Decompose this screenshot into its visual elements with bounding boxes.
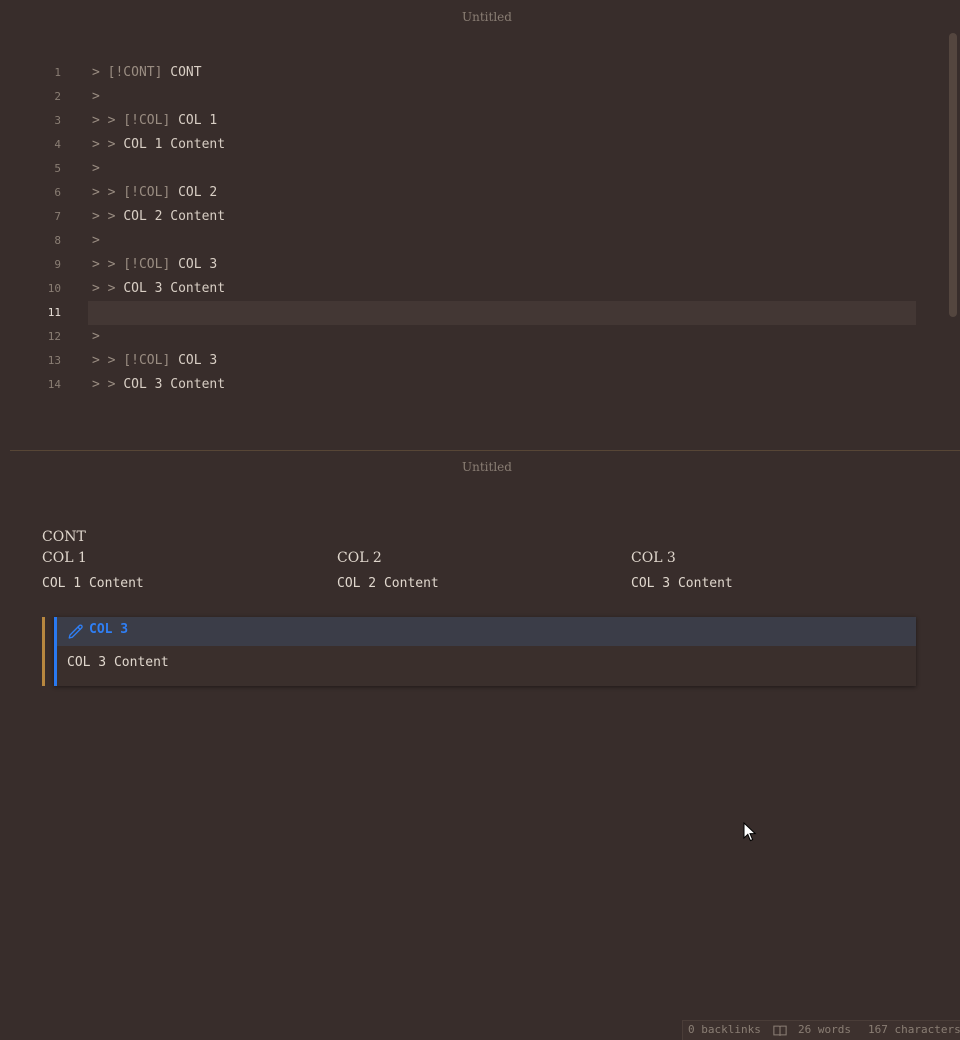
editor-line[interactable]: 8 > — [0, 229, 940, 253]
line-code[interactable]: > > [!COL] COL 3 — [92, 253, 217, 277]
editor-line[interactable]: 4 > > COL 1 Content — [0, 133, 940, 157]
editor-line[interactable]: 1 > [!CONT] CONT — [0, 61, 940, 85]
markdown-editor[interactable]: 1 > [!CONT] CONT 2 > 3 > > [!COL] COL 1 4 > … — [0, 61, 940, 397]
line-text: COL 3 Content — [123, 281, 226, 296]
callout-title: COL 3 — [89, 622, 129, 637]
col-callout[interactable]: COL 3 COL 3 Content — [54, 617, 916, 686]
line-code[interactable]: > [!CONT] CONT — [92, 61, 202, 85]
line-marker: > > — [92, 281, 124, 296]
editor-line[interactable]: 7 > > COL 2 Content — [0, 205, 940, 229]
line-marker: > > [!COL] — [92, 353, 171, 368]
line-code[interactable]: > > COL 3 Content — [92, 277, 225, 301]
line-code[interactable]: > — [92, 157, 100, 181]
container-callout-title: CONT — [42, 529, 86, 545]
column-1-title: COL 1 — [42, 550, 87, 566]
line-number: 4 — [54, 138, 61, 151]
editor-line[interactable]: 13 > > [!COL] COL 3 — [0, 349, 940, 373]
line-code[interactable]: > — [92, 325, 100, 349]
nested-callout-container: COL 3 COL 3 Content — [42, 617, 916, 686]
line-code[interactable]: > > [!COL] COL 2 — [92, 181, 217, 205]
line-text: COL 3 Content — [123, 377, 226, 392]
line-number: 10 — [47, 282, 61, 295]
editor-pane-title: Untitled — [462, 10, 512, 24]
line-marker: > — [92, 233, 100, 248]
line-marker: > > — [92, 377, 124, 392]
line-marker: > > — [92, 209, 124, 224]
line-text: CONT — [162, 65, 202, 80]
editor-line[interactable]: 10 > > COL 3 Content — [0, 277, 940, 301]
line-code[interactable]: > — [92, 85, 100, 109]
editor-line[interactable]: 3 > > [!COL] COL 1 — [0, 109, 940, 133]
line-number: 3 — [54, 114, 61, 127]
column-3-content: COL 3 Content — [631, 576, 733, 591]
active-line-highlight — [88, 301, 916, 325]
editor-line-active[interactable]: 11 — [0, 301, 940, 325]
editor-line[interactable]: 6 > > [!COL] COL 2 — [0, 181, 940, 205]
pencil-icon — [68, 624, 83, 639]
line-number: 8 — [54, 234, 61, 247]
book-icon[interactable] — [773, 1024, 787, 1037]
column-1-content: COL 1 Content — [42, 576, 144, 591]
line-marker: > > [!COL] — [92, 257, 171, 272]
word-count: 26 words — [798, 1023, 851, 1036]
character-count: 167 characters — [868, 1023, 960, 1036]
line-marker: > — [92, 329, 100, 344]
line-number: 6 — [54, 186, 61, 199]
editor-line[interactable]: 2 > — [0, 85, 940, 109]
line-number: 5 — [54, 162, 61, 175]
line-code[interactable]: > > COL 1 Content — [92, 133, 225, 157]
line-text: COL 2 — [170, 185, 218, 200]
line-code[interactable]: > — [92, 229, 100, 253]
editor-line[interactable]: 5 > — [0, 157, 940, 181]
line-marker: > — [92, 89, 100, 104]
line-number: 7 — [54, 210, 61, 223]
line-marker: > — [92, 161, 100, 176]
line-marker: > > [!COL] — [92, 113, 171, 128]
line-code[interactable]: > > COL 2 Content — [92, 205, 225, 229]
line-number: 11 — [47, 306, 61, 319]
line-number: 1 — [54, 66, 61, 79]
line-number: 9 — [54, 258, 61, 271]
column-2-title: COL 2 — [337, 550, 382, 566]
line-marker: > [!CONT] — [92, 65, 163, 80]
line-code[interactable]: > > COL 3 Content — [92, 373, 225, 397]
editor-line[interactable]: 9 > > [!COL] COL 3 — [0, 253, 940, 277]
backlinks-count[interactable]: 0 backlinks — [688, 1021, 761, 1039]
callout-header[interactable]: COL 3 — [57, 617, 916, 646]
column-3-title: COL 3 — [631, 550, 676, 566]
line-number: 13 — [47, 354, 61, 367]
line-number: 14 — [47, 378, 61, 391]
line-text: COL 1 Content — [123, 137, 226, 152]
column-2-content: COL 2 Content — [337, 576, 439, 591]
mouse-cursor-icon — [743, 822, 757, 842]
editor-scrollbar[interactable] — [949, 33, 957, 317]
line-number: 2 — [54, 90, 61, 103]
line-text: COL 3 — [170, 353, 218, 368]
callout-content: COL 3 Content — [67, 655, 169, 670]
preview-pane-title: Untitled — [462, 460, 512, 474]
line-text: COL 1 — [170, 113, 218, 128]
line-text: COL 2 Content — [123, 209, 226, 224]
container-accent-bar — [42, 617, 45, 686]
line-marker: > > [!COL] — [92, 185, 171, 200]
line-text: COL 3 — [170, 257, 218, 272]
line-code[interactable]: > > [!COL] COL 3 — [92, 349, 217, 373]
line-code[interactable]: > > [!COL] COL 1 — [92, 109, 217, 133]
status-bar: 0 backlinks 26 words 167 characters — [682, 1020, 960, 1040]
line-number: 12 — [47, 330, 61, 343]
editor-line[interactable]: 14 > > COL 3 Content — [0, 373, 940, 397]
line-marker: > > — [92, 137, 124, 152]
editor-line[interactable]: 12 > — [0, 325, 940, 349]
pane-divider[interactable] — [10, 450, 960, 451]
